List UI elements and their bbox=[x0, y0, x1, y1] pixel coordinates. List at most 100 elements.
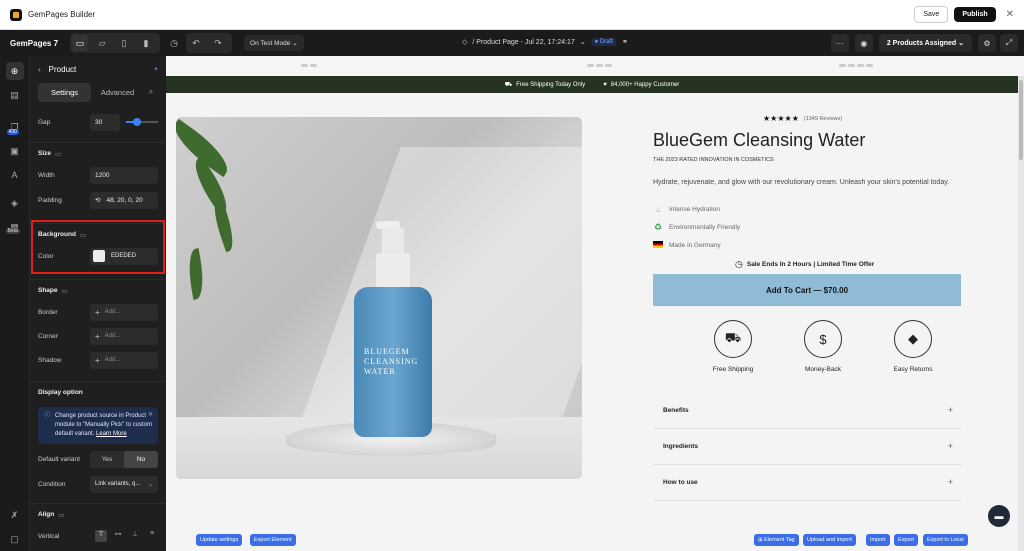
scroll-thumb[interactable] bbox=[1019, 80, 1023, 160]
element-tag-button[interactable]: ⊞ Element Tag bbox=[754, 534, 799, 546]
history-icon[interactable]: ◷ bbox=[166, 35, 182, 51]
learn-more-link[interactable]: Learn More bbox=[96, 431, 127, 437]
layout-icon[interactable]: ▤ bbox=[6, 86, 24, 104]
plus-icon: + bbox=[947, 441, 953, 451]
help-doc-icon[interactable]: ▢ bbox=[6, 530, 24, 548]
align-stretch-icon[interactable]: ≡ bbox=[146, 530, 158, 542]
no-option[interactable]: No bbox=[124, 450, 158, 468]
expand-icon[interactable]: ⤢ bbox=[1000, 34, 1018, 52]
rail-badge: 430 bbox=[6, 129, 19, 135]
rating: ★★★★★ (1349 Reviews) bbox=[763, 114, 842, 123]
width-input[interactable]: 1200 bbox=[90, 166, 158, 184]
page-info[interactable]: ◇ / Product Page - Jul 22, 17:24:17 ⌄ ● … bbox=[462, 38, 628, 46]
typography-icon[interactable]: A bbox=[6, 166, 24, 184]
undo-icon[interactable]: ↶ bbox=[188, 35, 204, 51]
yes-option[interactable]: Yes bbox=[90, 451, 124, 468]
desktop-icon[interactable]: ▭ bbox=[72, 35, 89, 51]
vertical-label: Vertical bbox=[38, 532, 60, 540]
window-titlebar: GemPages Builder Save Publish ✕ bbox=[0, 0, 1024, 30]
close-icon[interactable]: ✕ bbox=[1006, 9, 1014, 20]
chevron-down-icon: ⌄ bbox=[147, 481, 153, 488]
accordion-ingredients[interactable]: Ingredients + bbox=[663, 428, 953, 464]
export-local-button[interactable]: Export to Local bbox=[923, 534, 968, 546]
save-button[interactable]: Save bbox=[914, 6, 949, 23]
perk-money-back: $ Money-Back bbox=[795, 320, 851, 373]
mode-dropdown[interactable]: On Test Mode ⌄ bbox=[244, 35, 304, 51]
corner-add-button[interactable]: + Add... bbox=[90, 327, 158, 345]
perks-row: ⛟ Free Shipping $ Money-Back ◆ Easy Returns bbox=[705, 320, 941, 373]
settings-panel: ‹ Product ◔ Settings Advanced ⌕ Gap 30 S… bbox=[30, 56, 166, 551]
link-icon[interactable]: ⚭ bbox=[622, 38, 628, 46]
section-handle[interactable] bbox=[301, 64, 317, 67]
border-add-button[interactable]: + Add... bbox=[90, 303, 158, 321]
product-title[interactable]: BlueGem Cleansing Water bbox=[653, 130, 865, 151]
align-section-title: Align bbox=[38, 511, 55, 518]
truck-icon: ⛟ bbox=[714, 320, 752, 358]
tab-settings[interactable]: Settings bbox=[38, 82, 91, 102]
close-icon[interactable]: ✕ bbox=[148, 411, 153, 420]
tab-advanced[interactable]: Advanced bbox=[91, 83, 144, 102]
accordion-how-to-use[interactable]: How to use + bbox=[663, 464, 953, 500]
default-variant-toggle: Yes No bbox=[90, 450, 158, 468]
tablet-icon[interactable]: ▯ bbox=[116, 35, 132, 51]
condition-dropdown[interactable]: Link variants, q... ⌄ bbox=[90, 475, 158, 493]
add-to-cart-button[interactable]: Add To Cart — $70.00 bbox=[653, 274, 961, 306]
perk-free-shipping: ⛟ Free Shipping bbox=[705, 320, 761, 373]
feature-item: 💧︎ Intense Hydration bbox=[653, 204, 720, 215]
feature-item: Made in Germany bbox=[653, 241, 721, 250]
canvas-scrollbar[interactable] bbox=[1018, 76, 1024, 551]
chat-icon[interactable]: ▬ bbox=[988, 505, 1010, 527]
import-button[interactable]: Import bbox=[866, 534, 890, 546]
pages-icon[interactable]: ❐ 430 bbox=[6, 118, 24, 136]
product-description: Hydrate, rejuvenate, and glow with our r… bbox=[653, 179, 950, 186]
search-icon[interactable]: ⌕ bbox=[144, 87, 158, 97]
review-count: (1349 Reviews) bbox=[803, 115, 843, 122]
plus-icon: + bbox=[947, 477, 953, 487]
sections-icon[interactable]: ▣ bbox=[6, 142, 24, 160]
add-element-icon[interactable]: ⊕ bbox=[5, 62, 24, 80]
section-handle[interactable] bbox=[587, 64, 612, 67]
gear-icon[interactable]: ⚙ bbox=[978, 34, 996, 52]
app-logo-icon bbox=[10, 8, 22, 21]
truck-icon: ⛟ bbox=[504, 81, 513, 88]
germany-flag-icon bbox=[653, 241, 663, 250]
upload-import-button[interactable]: Upload and import bbox=[803, 534, 856, 546]
publish-button[interactable]: Publish bbox=[954, 7, 996, 22]
export-element-button[interactable]: Export Element bbox=[250, 534, 296, 546]
padding-link-icon[interactable]: ⟲ bbox=[95, 196, 100, 204]
product-image[interactable]: BLUEGEM CLEANSING WATER bbox=[176, 117, 582, 479]
brand-version: GemPages 7 bbox=[10, 38, 59, 48]
align-middle-icon[interactable]: ⊶ bbox=[112, 530, 124, 542]
laptop-icon[interactable]: ▱ bbox=[94, 35, 110, 51]
page-title: / Product Page - Jul 22, 17:24:17 bbox=[472, 38, 575, 46]
assigned-products-dropdown[interactable]: 2 Products Assigned ⌄ bbox=[878, 34, 972, 52]
gap-slider-handle[interactable] bbox=[133, 118, 142, 126]
align-top-icon[interactable]: ⊤ bbox=[95, 530, 107, 542]
money-back-icon: $ bbox=[804, 320, 842, 358]
device-switcher: ▭ ▱ ▯ ▮ bbox=[70, 33, 161, 53]
default-variant-label: Default variant bbox=[38, 455, 80, 463]
element-settings-icon[interactable]: ◔ bbox=[153, 64, 158, 74]
redo-icon[interactable]: ↷ bbox=[210, 35, 226, 51]
export-button[interactable]: Export bbox=[894, 534, 918, 546]
padding-input[interactable]: ⟲ 48, 20, 0, 20 bbox=[90, 191, 158, 209]
layers-icon[interactable]: ◈ bbox=[6, 194, 24, 212]
back-arrow-icon[interactable]: ‹ bbox=[38, 65, 41, 74]
gap-input[interactable]: 30 bbox=[90, 113, 120, 131]
section-handle[interactable] bbox=[839, 64, 873, 67]
accordion-benefits[interactable]: Benefits + bbox=[663, 392, 953, 428]
more-icon[interactable]: ··· bbox=[830, 34, 849, 52]
beta-feature-icon[interactable]: ▦ Beta bbox=[5, 218, 24, 236]
clock-icon: ◷ bbox=[735, 259, 743, 269]
align-bottom-icon[interactable]: ⊥ bbox=[129, 530, 141, 542]
device-icon: ▭ bbox=[58, 511, 65, 519]
mobile-icon[interactable]: ▮ bbox=[138, 35, 154, 51]
update-settings-button[interactable]: Update settings bbox=[196, 534, 243, 546]
bottle-label: BLUEGEM CLEANSING WATER bbox=[364, 347, 419, 376]
recycle-icon: ♻ bbox=[653, 222, 663, 232]
shadow-add-button[interactable]: + Add... bbox=[90, 351, 158, 369]
gap-slider[interactable] bbox=[126, 118, 158, 126]
ai-icon[interactable]: ✗ bbox=[6, 506, 24, 524]
plus-icon: + bbox=[95, 331, 100, 341]
preview-eye-icon[interactable]: ◉ bbox=[854, 34, 873, 52]
